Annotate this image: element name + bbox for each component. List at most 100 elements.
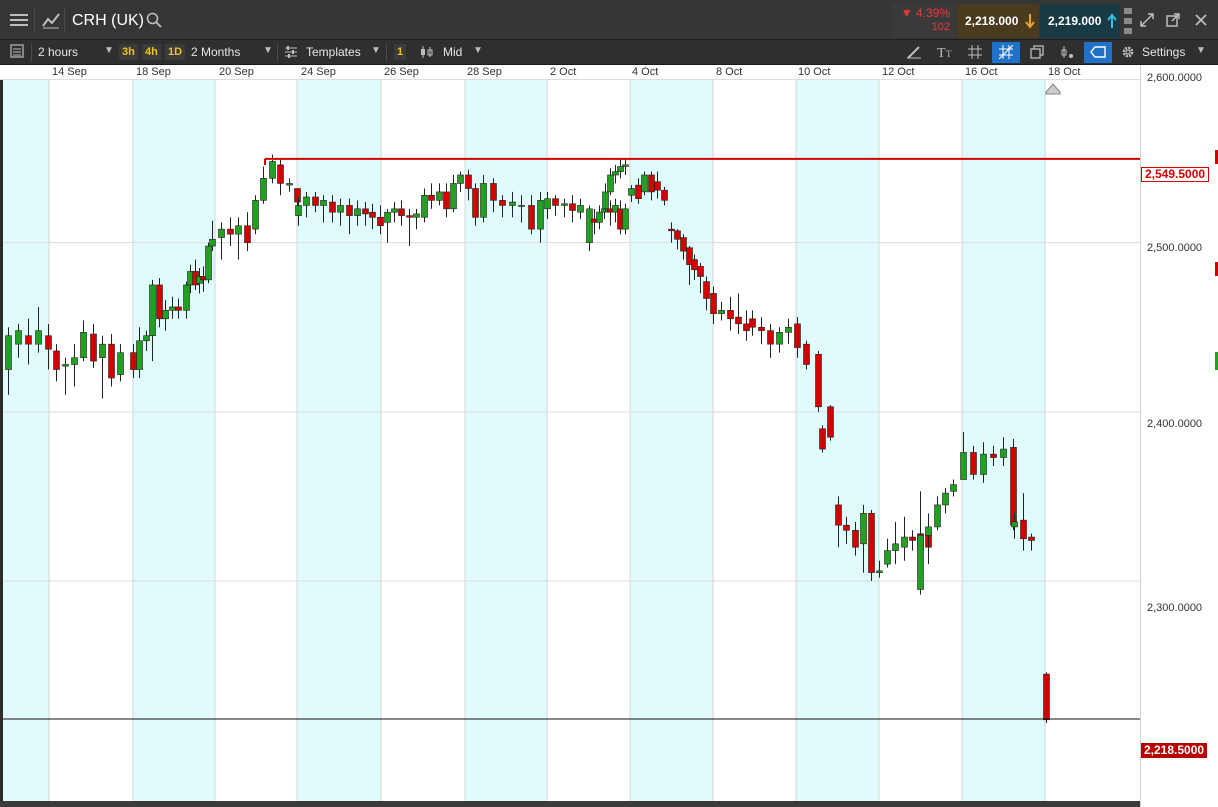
list-icon[interactable] — [10, 44, 24, 62]
date-label: 4 Oct — [632, 66, 659, 78]
change-absolute: 102 — [931, 21, 950, 33]
candle-body — [450, 183, 457, 210]
interval-1d-button[interactable]: 1D — [165, 44, 186, 60]
instrument-symbol[interactable]: CRH (UK) — [72, 12, 144, 30]
candle-body — [601, 208, 608, 213]
search-icon[interactable] — [146, 12, 162, 32]
grid-icon[interactable] — [968, 45, 982, 63]
layers-icon[interactable] — [1030, 45, 1044, 63]
candle-body — [62, 364, 69, 367]
chevron-down-icon[interactable]: ▼ — [1196, 45, 1206, 56]
interval-4h-button[interactable]: 4h — [142, 44, 161, 60]
divider — [64, 8, 65, 32]
down-triangle-icon: ▼ — [900, 6, 916, 20]
candle-body — [654, 181, 661, 191]
crosshair-grid-button[interactable] — [992, 42, 1020, 63]
menu-icon[interactable] — [10, 12, 30, 32]
sliders-icon[interactable] — [284, 45, 298, 63]
session-band — [796, 80, 879, 801]
candle-body — [260, 178, 267, 201]
candle-body — [691, 259, 698, 271]
pen-icon[interactable] — [906, 45, 922, 63]
candle-body — [718, 310, 725, 315]
settings-menu[interactable]: Settings — [1142, 45, 1185, 59]
candle-body — [758, 326, 765, 331]
candle-body — [860, 513, 867, 545]
candle-body — [169, 306, 176, 311]
candle-body — [561, 203, 568, 206]
chart-plot-area[interactable] — [3, 80, 1140, 801]
candle-body — [668, 228, 675, 232]
candle-body — [406, 215, 413, 218]
candle-body — [622, 208, 629, 230]
candle-body — [143, 335, 150, 342]
last-price-tag: 2,218.5000 — [1141, 743, 1208, 758]
candle-body — [1011, 521, 1018, 528]
candle-body — [227, 228, 234, 235]
candle-body — [90, 333, 97, 362]
candle-body — [776, 332, 783, 345]
candle-body — [552, 198, 559, 206]
candle-body — [917, 535, 924, 590]
price-axis[interactable]: 2,600.0000 2,500.0000 2,400.0000 2,300.0… — [1140, 65, 1218, 807]
candle-body — [490, 183, 497, 201]
period-select[interactable]: 2 Months — [191, 45, 240, 59]
candle-body — [703, 281, 710, 299]
candle-body — [162, 310, 169, 320]
price-label: 2,500.0000 — [1147, 242, 1203, 254]
close-icon[interactable] — [1194, 13, 1208, 31]
chevron-down-icon[interactable]: ▼ — [371, 45, 381, 56]
candle-body — [53, 350, 60, 370]
price-type-select[interactable]: Mid — [443, 45, 462, 59]
candle-body — [35, 330, 42, 345]
candle-body — [990, 453, 997, 458]
interval-3h-button[interactable]: 3h — [119, 44, 138, 60]
future-marker-icon — [1045, 83, 1061, 95]
candle-body — [413, 213, 420, 218]
candle-body — [648, 174, 655, 193]
date-label: 14 Sep — [52, 66, 87, 78]
candle-body — [1010, 447, 1017, 526]
templates-menu[interactable]: Templates — [306, 45, 361, 59]
candle-body — [244, 225, 251, 243]
buy-price-button[interactable]: 2,219.000 — [1040, 4, 1120, 38]
level-line-price-tag[interactable]: 2,549.5000 — [1141, 167, 1210, 182]
candle-body — [99, 343, 106, 359]
date-label: 12 Oct — [882, 66, 915, 78]
sell-price: 2,218.000 — [965, 14, 1019, 28]
candle-body — [346, 205, 353, 216]
gear-icon[interactable] — [1121, 45, 1135, 63]
scroll-handle-icon[interactable] — [1124, 6, 1132, 36]
candle-body — [710, 293, 717, 315]
crosshair-grid-icon — [998, 44, 1014, 63]
candle-body — [661, 189, 668, 201]
chevron-down-icon[interactable]: ▼ — [263, 45, 273, 56]
candle-body — [569, 203, 576, 211]
expand-icon[interactable] — [1140, 13, 1154, 31]
candle-body — [218, 228, 225, 238]
chevron-down-icon[interactable]: ▼ — [473, 45, 483, 56]
candle-body — [71, 357, 78, 365]
sell-price-button[interactable]: 2,218.000 — [957, 4, 1039, 38]
candle-body — [537, 200, 544, 230]
popout-icon[interactable] — [1166, 13, 1180, 31]
bottom-scrollbar[interactable] — [0, 801, 1140, 807]
candle-type-icon[interactable] — [420, 45, 436, 63]
chevron-down-icon[interactable]: ▼ — [104, 45, 114, 56]
indicator-icon[interactable] — [1060, 45, 1074, 63]
candle-body — [362, 208, 369, 215]
candle-body — [749, 318, 756, 328]
tag-button[interactable] — [1084, 42, 1112, 63]
interval-select[interactable]: 2 hours — [38, 45, 78, 59]
text-icon[interactable]: TT — [937, 45, 955, 63]
candle-body — [377, 216, 384, 227]
candle-body — [443, 191, 450, 210]
candle-body — [209, 238, 216, 247]
count-badge[interactable]: 1 — [394, 44, 407, 60]
session-band — [3, 80, 49, 801]
candle-body — [884, 550, 891, 565]
candle-body — [518, 205, 525, 207]
candlestick-chart — [3, 80, 1140, 801]
chart-line-icon[interactable] — [42, 11, 60, 33]
candle-body — [607, 174, 614, 193]
